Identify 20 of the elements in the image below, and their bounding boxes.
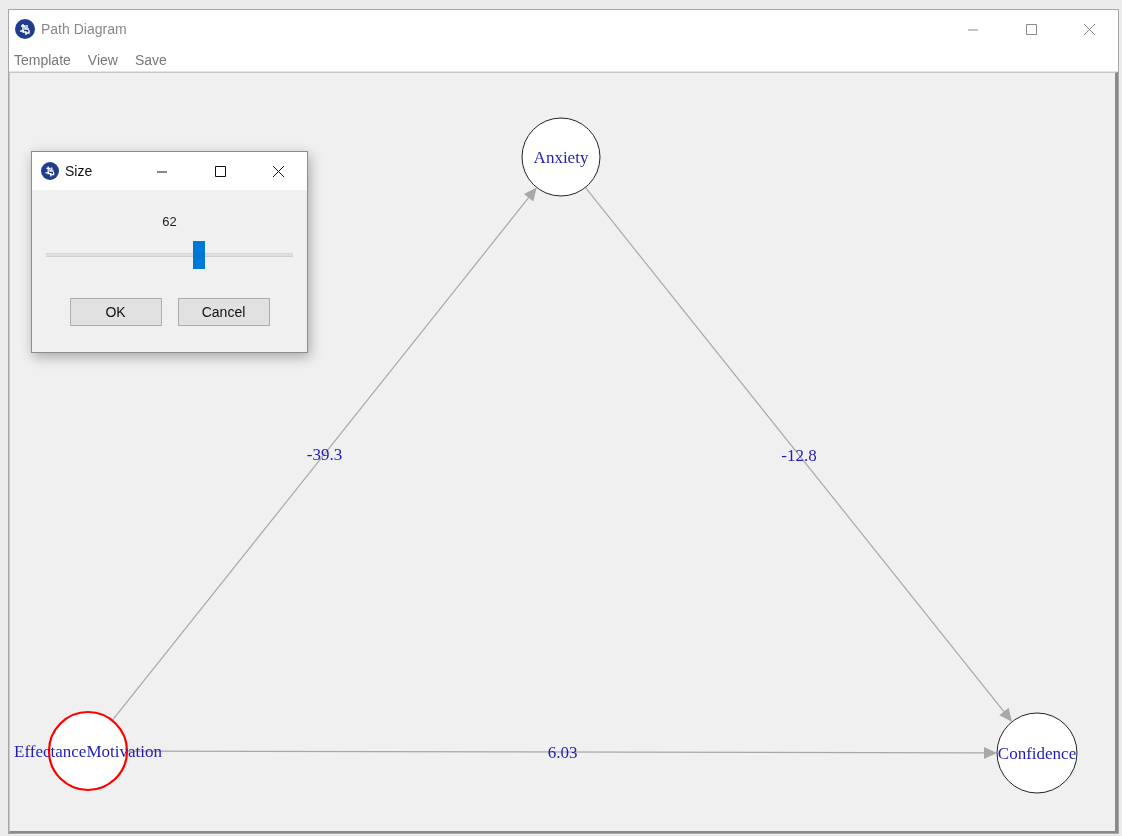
close-icon[interactable] xyxy=(272,165,284,177)
node-circle[interactable] xyxy=(996,712,1078,794)
node-label: Confidence xyxy=(997,744,1077,763)
network-logo-icon xyxy=(15,19,35,39)
path-coefficient: 6.03 xyxy=(547,743,578,762)
path-coefficient: -12.8 xyxy=(781,446,817,465)
menu-item[interactable]: View xyxy=(86,51,126,68)
ok-button[interactable]: OK xyxy=(69,298,162,326)
cancel-button[interactable]: Cancel xyxy=(177,298,270,326)
menu-item[interactable]: Template xyxy=(13,51,79,68)
slider-thumb[interactable] xyxy=(193,241,206,269)
window-title: Path Diagram xyxy=(41,21,128,37)
network-logo-icon xyxy=(41,162,59,180)
node-label: Anxiety xyxy=(533,148,589,167)
slider-value: 62 xyxy=(162,214,177,229)
dialog-title: Size xyxy=(65,163,94,179)
menu-item[interactable]: Save xyxy=(133,51,175,68)
maximize-icon[interactable] xyxy=(214,165,226,177)
path-coefficient: -39.3 xyxy=(306,445,343,464)
node-circle[interactable] xyxy=(521,117,601,197)
